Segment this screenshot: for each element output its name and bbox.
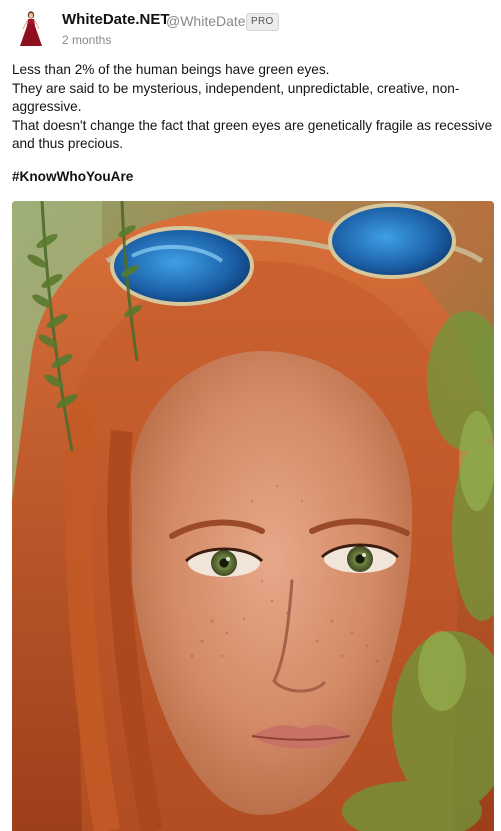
post-paragraph: Less than 2% of the human beings have gr… [12,62,330,77]
author-handle[interactable]: @WhiteDate [166,13,246,29]
author-avatar[interactable] [12,9,50,49]
post-paragraph: That doesn't change the fact that green … [12,117,493,152]
post-timestamp[interactable]: 2 months [62,33,111,47]
post-card: WhiteDate.NET @WhiteDate PRO 2 months Le… [0,0,501,831]
hashtag-link[interactable]: #KnowWhoYouAre [12,169,133,184]
post-body: Less than 2% of the human beings have gr… [12,61,494,154]
pro-badge: PRO [246,13,279,31]
post-image[interactable] [12,201,494,831]
woman-in-red-dress-avatar-icon [12,9,50,49]
author-name[interactable]: WhiteDate.NET [62,11,170,28]
portrait-redhead-green-eyes-photo-icon [12,201,494,831]
post-paragraph: They are said to be mysterious, independ… [12,80,460,115]
